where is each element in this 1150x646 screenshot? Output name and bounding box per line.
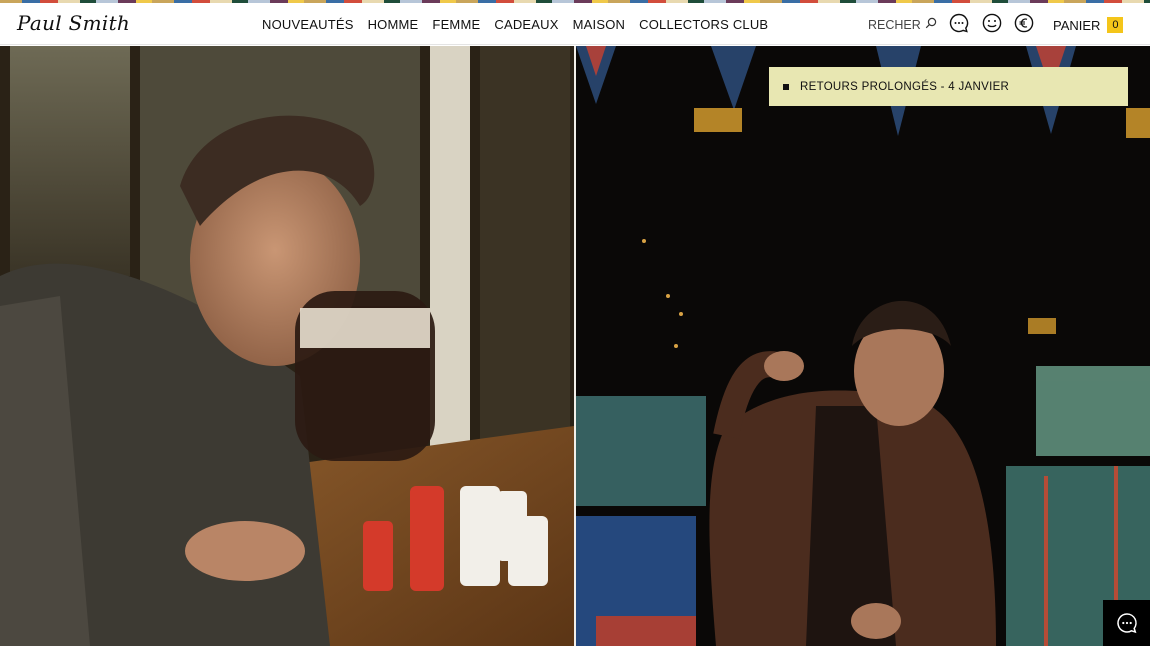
hero-image-left[interactable] [0, 46, 574, 646]
live-chat-button[interactable] [1103, 600, 1150, 646]
cart-label: PANIER [1053, 17, 1101, 33]
site-header: Paul Smith NOUVEAUTÉS HOMME FEMME CADEAU… [0, 3, 1150, 45]
banner-bullet-icon [783, 83, 789, 90]
search-icon [925, 17, 937, 32]
brand-logo[interactable]: Paul Smith [17, 11, 130, 35]
nav-item-maison[interactable]: MAISON [573, 17, 625, 32]
hero-image-right[interactable] [576, 46, 1150, 646]
search-label: RECHER [868, 17, 921, 32]
nav-item-femme[interactable]: FEMME [432, 17, 480, 32]
cart-count-badge: 0 [1107, 17, 1124, 33]
search-button[interactable]: RECHER [868, 17, 937, 32]
nav-item-nouveautes[interactable]: NOUVEAUTÉS [262, 17, 354, 32]
account-icon[interactable] [982, 13, 1002, 33]
nav-item-homme[interactable]: HOMME [368, 17, 419, 32]
cart-button[interactable]: PANIER 0 [1053, 17, 1124, 33]
nav-item-cadeaux[interactable]: CADEAUX [494, 17, 558, 32]
promo-banner-text: RETOURS PROLONGÉS - 4 JANVIER [800, 80, 1010, 93]
promo-banner[interactable]: RETOURS PROLONGÉS - 4 JANVIER [769, 67, 1128, 106]
nav-item-collectors-club[interactable]: COLLECTORS CLUB [639, 17, 768, 32]
currency-euro-icon[interactable] [1014, 13, 1034, 33]
hero-image-right-art [576, 46, 1150, 646]
chat-bubble-icon [1116, 613, 1137, 634]
main-nav: NOUVEAUTÉS HOMME FEMME CADEAUX MAISON CO… [262, 17, 768, 32]
hero-image-left-art [0, 46, 574, 646]
chat-icon[interactable] [949, 13, 969, 33]
